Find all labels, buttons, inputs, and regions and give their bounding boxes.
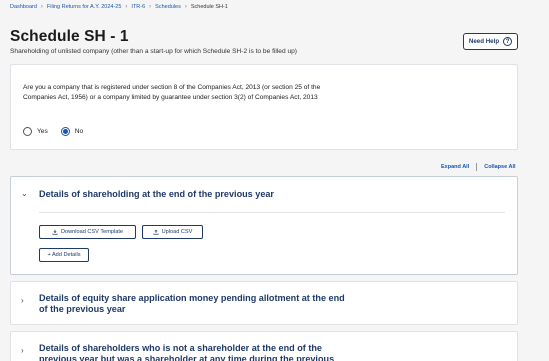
breadcrumb-itr6[interactable]: ITR-6 xyxy=(131,4,145,10)
radio-option-no[interactable]: No xyxy=(60,127,84,136)
breadcrumb-separator: › xyxy=(149,4,152,10)
chevron-down-icon: ⌄ xyxy=(21,189,28,198)
accordion-former-shareholders[interactable]: › Details of shareholders who is not a s… xyxy=(10,331,518,361)
accordion-title-application-money: Details of equity share application mone… xyxy=(39,293,345,314)
link-divider xyxy=(476,163,478,171)
need-help-label: Need Help xyxy=(468,38,500,45)
radio-yes-label: Yes xyxy=(37,128,48,135)
breadcrumb-filing-returns[interactable]: Filing Returns for A.Y. 2024-25 xyxy=(47,4,122,10)
page-title: Schedule SH - 1 xyxy=(10,28,129,45)
accordion-header-shareholding[interactable]: ⌄ Details of shareholding at the end of … xyxy=(11,177,517,213)
page-subtitle: Shareholding of unlisted company (other … xyxy=(10,48,297,55)
radio-no[interactable] xyxy=(60,127,70,136)
add-details-button[interactable]: + Add Details xyxy=(39,248,89,262)
download-icon xyxy=(52,229,58,235)
chevron-right-icon: › xyxy=(21,296,24,305)
add-details-label: + Add Details xyxy=(47,252,81,258)
breadcrumb-separator: › xyxy=(184,4,187,10)
accordion-title-former-shareholders: Details of shareholders who is not a sha… xyxy=(39,343,335,361)
upload-csv-label: Upload CSV xyxy=(161,229,193,235)
breadcrumb-separator: › xyxy=(125,4,128,10)
accordion-divider xyxy=(39,212,505,213)
breadcrumb-current: Schedule SH-1 xyxy=(190,4,228,10)
collapse-all-link[interactable]: Collapse All xyxy=(484,164,515,170)
expand-all-link[interactable]: Expand All xyxy=(441,164,469,170)
accordion-shareholding-end-year: ⌄ Details of shareholding at the end of … xyxy=(10,176,518,275)
download-csv-template-label: Download CSV Template xyxy=(60,229,124,235)
need-help-button[interactable]: Need Help ? xyxy=(463,33,518,50)
radio-yes[interactable] xyxy=(23,127,32,136)
breadcrumb-schedules[interactable]: Schedules xyxy=(155,4,181,10)
breadcrumb-separator: › xyxy=(40,4,43,10)
accordion-title-shareholding: Details of shareholding at the end of th… xyxy=(39,189,274,199)
radio-option-yes[interactable]: Yes xyxy=(23,127,48,136)
upload-icon xyxy=(153,229,159,235)
company-question-card: Are you a company that is registered und… xyxy=(10,64,518,150)
chevron-right-icon: › xyxy=(21,346,24,355)
company-question-options: Yes No xyxy=(23,127,96,136)
breadcrumb: Dashboard › Filing Returns for A.Y. 2024… xyxy=(10,4,228,10)
expand-collapse-controls: Expand All Collapse All xyxy=(441,163,516,171)
radio-no-label: No xyxy=(74,128,84,135)
download-csv-template-button[interactable]: Download CSV Template xyxy=(39,225,136,239)
accordion-application-money-pending[interactable]: › Details of equity share application mo… xyxy=(10,281,518,325)
help-circle-icon: ? xyxy=(503,37,513,46)
upload-csv-button[interactable]: Upload CSV xyxy=(142,225,203,239)
breadcrumb-dashboard[interactable]: Dashboard xyxy=(10,4,37,10)
company-question-text: Are you a company that is registered und… xyxy=(23,84,321,101)
